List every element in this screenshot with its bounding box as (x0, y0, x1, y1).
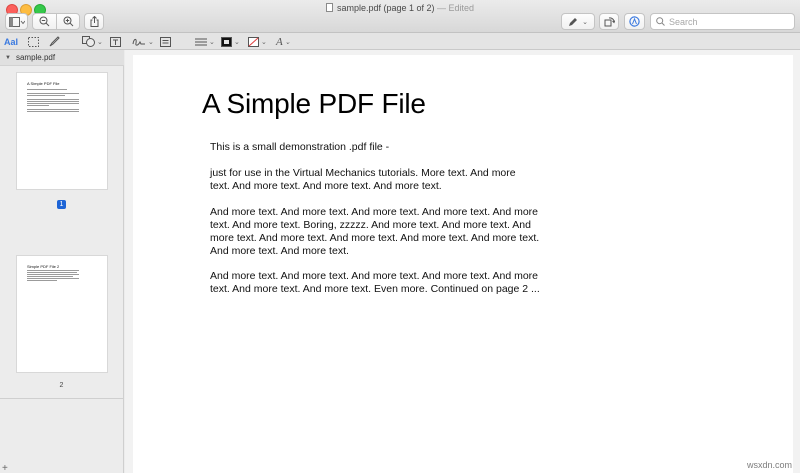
textbox-icon (110, 36, 121, 47)
text-tool[interactable] (110, 35, 121, 48)
markup-toolbar: AaI ⌄ ⌄ ⌄ ⌄ ⌄ A ⌄ (0, 33, 800, 50)
notes-tool[interactable] (160, 35, 171, 48)
text-style-icon: AaI (4, 36, 19, 47)
paragraph-4: And more text. And more text. And more t… (210, 270, 570, 296)
disclosure-triangle-icon[interactable]: ▼ (5, 55, 11, 61)
line-style-icon (195, 38, 207, 45)
thumbnail-sidebar: ▼ sample.pdf A Simple PDF File 1 Simple … (0, 50, 124, 473)
thumbnail-text-line (27, 95, 65, 96)
text-line: And more text. And more text. And more t… (210, 270, 538, 282)
fill-color-tool[interactable]: ⌄ (248, 35, 267, 48)
share-button[interactable] (84, 13, 104, 30)
thumbnail-text-line (27, 111, 79, 112)
thumbnail-text-line (27, 278, 79, 279)
markup-toolbar-button[interactable]: ⌄ (561, 13, 595, 30)
chevron-down-icon: ⌄ (97, 38, 103, 46)
thumbnail-text-line (27, 274, 79, 275)
thumbnail-text-line (27, 109, 79, 110)
pdf-page[interactable]: A Simple PDF File This is a small demons… (133, 55, 793, 473)
zoom-in-icon (63, 16, 74, 27)
pdf-document-icon (325, 3, 333, 12)
sidebar-file-name: sample.pdf (15, 53, 56, 62)
text-line: This is a small demonstration .pdf file … (210, 141, 390, 153)
thumbnail-text-line (27, 99, 79, 100)
text-line: And more text. And more text. And more t… (210, 206, 538, 218)
thumbnail-title: Simple PDF File 2 (27, 264, 60, 269)
document-view[interactable]: A Simple PDF File This is a small demons… (125, 50, 800, 473)
pen-markup-icon (569, 17, 578, 26)
text-selection-tool[interactable]: AaI (4, 35, 18, 48)
document-title: A Simple PDF File (202, 88, 426, 119)
signature-icon (132, 38, 145, 46)
thumbnail-text-line (27, 101, 79, 102)
text-line: text. And more text. Boring, zzzzz. And … (210, 219, 531, 231)
sidebar-divider (0, 398, 124, 399)
watermark: wsxdn.com (746, 460, 792, 470)
page-thumbnail-1[interactable]: A Simple PDF File (16, 72, 108, 190)
preview-window: sample.pdf (page 1 of 2) — Edited ⌄ Sear… (0, 0, 800, 473)
thumbnail-text-line (27, 276, 73, 277)
edited-status: — Edited (437, 3, 475, 13)
thumbnail-text-line (27, 270, 79, 271)
sidebar-file-header[interactable]: ▼ sample.pdf (0, 50, 124, 66)
chevron-down-icon: ⌄ (582, 18, 588, 26)
text-line: And more text. And more text. (210, 245, 349, 257)
text-line: just for use in the Virtual Mechanics tu… (210, 167, 516, 179)
sketch-tool[interactable] (49, 35, 60, 48)
thumbnail-text-line (27, 103, 79, 104)
window-title-text: sample.pdf (page 1 of 2) (336, 3, 435, 13)
rectangular-selection-tool[interactable] (28, 35, 39, 48)
text-line: more text. And more text. And more text.… (210, 232, 540, 244)
search-field[interactable] (650, 13, 795, 30)
thumbnail-text-line (27, 93, 79, 94)
paragraph-3: And more text. And more text. And more t… (210, 206, 570, 258)
annotate-button[interactable] (624, 13, 645, 30)
page-number-2[interactable]: 2 (57, 382, 66, 391)
rotate-button[interactable] (599, 13, 619, 30)
text-line: text. And more text. And more text. Even… (210, 283, 540, 295)
thumbnail-text-line (27, 105, 49, 106)
chevron-down-icon: ⌄ (234, 38, 240, 46)
text-line: text. And more text. And more text. And … (210, 180, 442, 192)
chevron-down-icon: ⌄ (209, 38, 215, 46)
share-icon (90, 16, 98, 27)
thumbnail-text-line (27, 89, 67, 90)
font-icon: A (276, 35, 283, 48)
zoom-out-button[interactable] (32, 13, 56, 30)
border-color-tool[interactable]: ⌄ (221, 35, 240, 48)
sketch-icon (49, 36, 60, 47)
paragraph-1: This is a small demonstration .pdf file … (210, 141, 570, 154)
thumbnail-title: A Simple PDF File (27, 81, 60, 86)
chevron-down-icon: ⌄ (261, 38, 267, 46)
rotate-icon (604, 17, 615, 27)
title-bar: sample.pdf (page 1 of 2) — Edited ⌄ Sear… (0, 0, 800, 33)
font-tool[interactable]: A ⌄ (276, 35, 291, 48)
signature-tool[interactable]: ⌄ (132, 35, 154, 48)
shapes-icon (82, 36, 95, 47)
thumbnail-text-line (27, 272, 77, 273)
chevron-down-icon: ⌄ (148, 38, 154, 46)
selection-rect-icon (28, 36, 39, 47)
page-thumbnail-2[interactable]: Simple PDF File 2 (16, 255, 108, 373)
sidebar-toggle-icon (8, 16, 25, 27)
paragraph-2: just for use in the Virtual Mechanics tu… (210, 167, 570, 193)
search-input[interactable] (669, 16, 779, 27)
zoom-in-button[interactable] (57, 13, 80, 30)
annotate-circle-icon (629, 16, 640, 27)
thumbnail-text-line (27, 280, 57, 281)
sidebar-view-button[interactable] (5, 13, 28, 30)
add-icon[interactable]: + (2, 463, 8, 473)
chevron-down-icon: ⌄ (284, 37, 291, 46)
page-number-1[interactable]: 1 (57, 200, 66, 209)
zoom-out-icon (39, 16, 50, 27)
line-style-tool[interactable]: ⌄ (195, 35, 215, 48)
search-icon (656, 17, 665, 26)
fill-color-icon (248, 36, 259, 47)
shapes-tool[interactable]: ⌄ (82, 35, 103, 48)
border-color-icon (221, 36, 232, 47)
notes-icon (160, 36, 171, 47)
